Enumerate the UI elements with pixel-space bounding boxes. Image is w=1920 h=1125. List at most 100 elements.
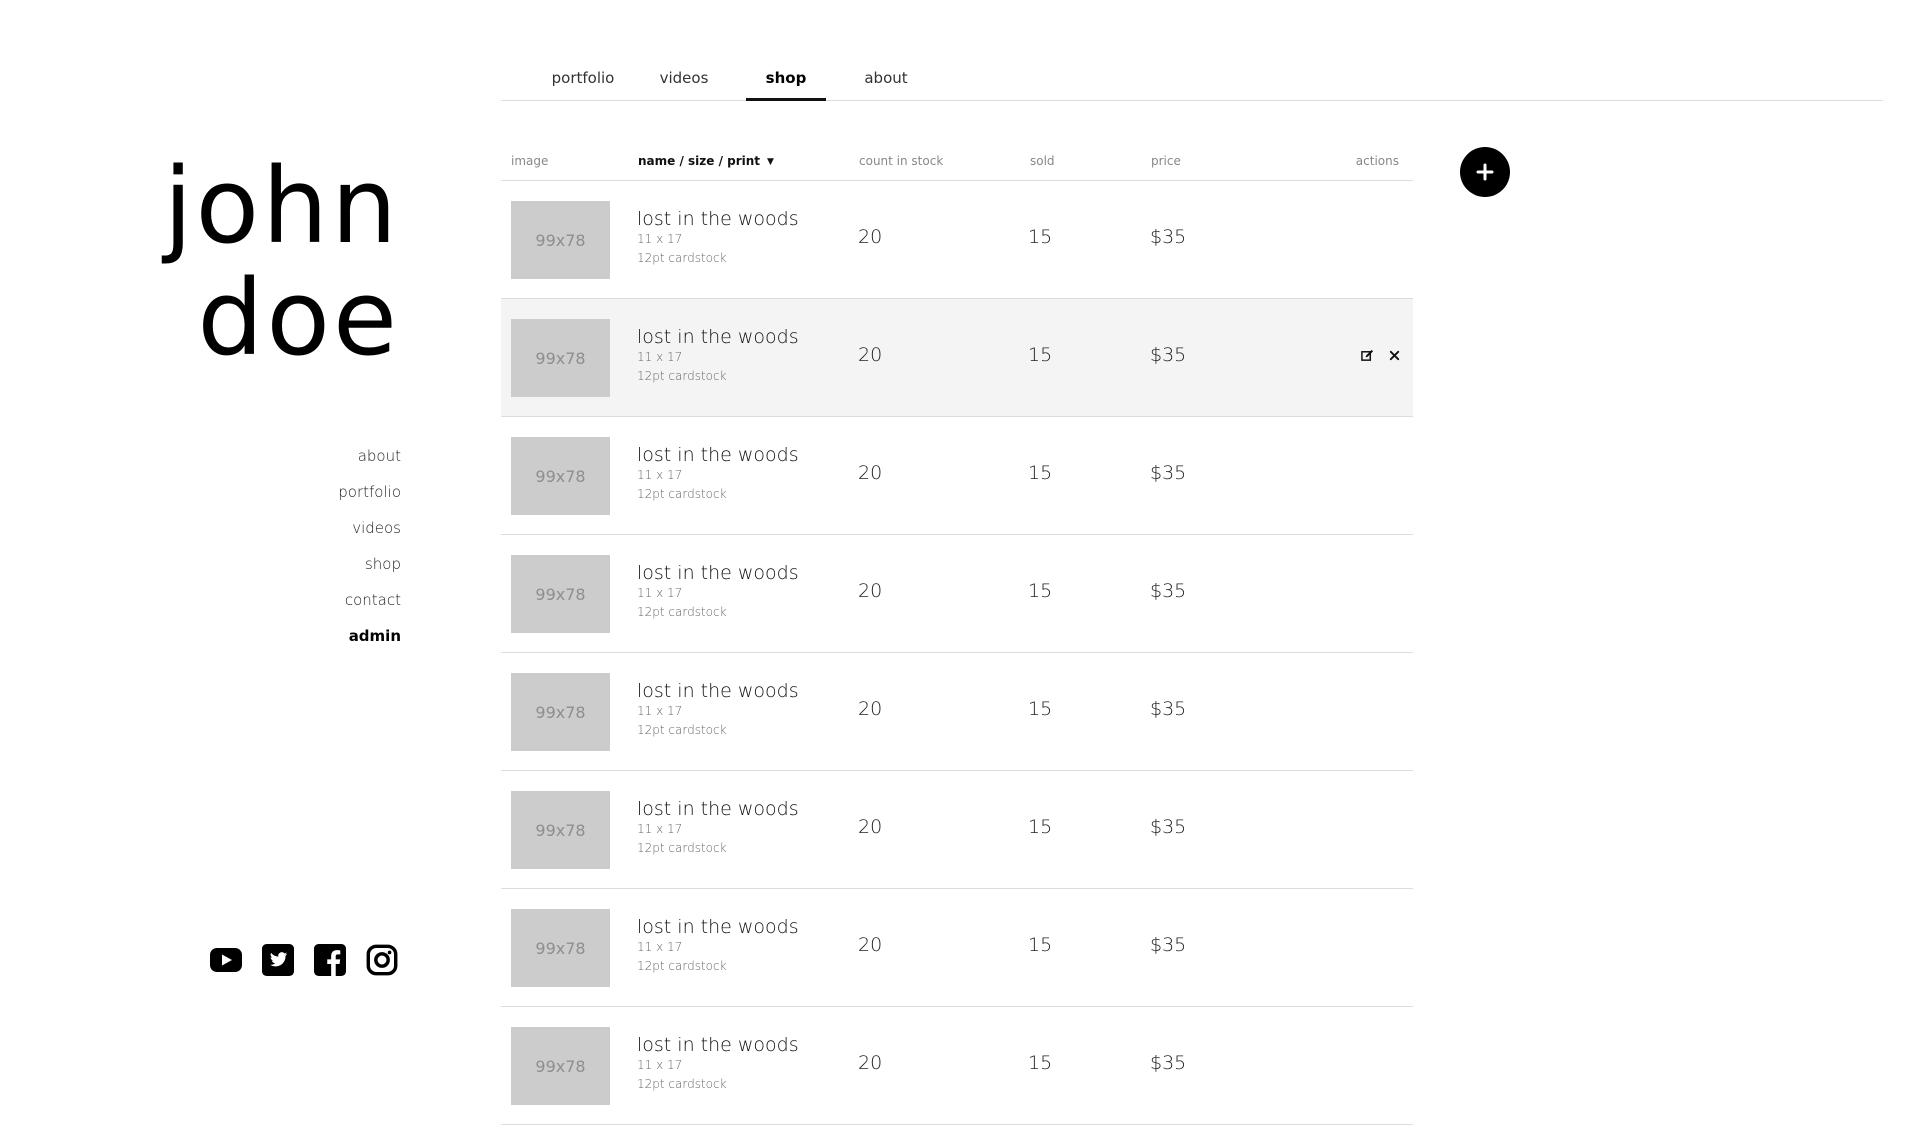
product-thumbnail[interactable]: 99x78: [511, 673, 610, 751]
product-thumbnail[interactable]: 99x78: [511, 1027, 610, 1105]
product-name: lost in the woods: [637, 680, 799, 702]
product-thumbnail[interactable]: 99x78: [511, 437, 610, 515]
table-header: image name / size / print ▼ count in stoc…: [501, 142, 1413, 181]
row-actions: [1361, 349, 1401, 362]
sold-count: 15: [1028, 816, 1053, 838]
count-in-stock: 20: [858, 226, 883, 248]
sold-count: 15: [1028, 462, 1053, 484]
caret-down-icon: ▼: [767, 157, 774, 167]
column-header-price: price: [1151, 154, 1181, 168]
price: $35: [1150, 698, 1187, 720]
product-name: lost in the woods: [637, 1034, 799, 1056]
sold-count: 15: [1028, 698, 1053, 720]
tab-portfolio[interactable]: portfolio: [545, 64, 621, 98]
table-row[interactable]: 99x78 lost in the woods 11 x 17 12pt car…: [501, 653, 1413, 771]
sidebar-item-shop[interactable]: shop: [338, 546, 401, 582]
count-in-stock: 20: [858, 934, 883, 956]
tab-about[interactable]: about: [856, 64, 916, 98]
product-info: lost in the woods 11 x 17 12pt cardstock: [637, 208, 799, 268]
product-size: 11 x 17: [637, 704, 683, 718]
product-name: lost in the woods: [637, 208, 799, 230]
product-thumbnail[interactable]: 99x78: [511, 201, 610, 279]
product-print: 12pt cardstock: [637, 605, 727, 619]
sidebar-item-admin[interactable]: admin: [338, 618, 401, 654]
sidebar-item-videos[interactable]: videos: [338, 510, 401, 546]
column-header-actions: actions: [1355, 154, 1399, 168]
product-thumbnail[interactable]: 99x78: [511, 555, 610, 633]
add-product-button[interactable]: [1460, 147, 1510, 197]
top-tabs: portfolio videos shop about: [501, 64, 1883, 101]
column-header-image: image: [511, 154, 549, 168]
product-name: lost in the woods: [637, 444, 799, 466]
product-name: lost in the woods: [637, 798, 799, 820]
table-row[interactable]: 99x78 lost in the woods 11 x 17 12pt car…: [501, 417, 1413, 535]
table-row[interactable]: 99x78 lost in the woods 11 x 17 12pt car…: [501, 181, 1413, 299]
twitter-icon[interactable]: [262, 944, 294, 976]
count-in-stock: 20: [858, 344, 883, 366]
product-size: 11 x 17: [637, 940, 683, 954]
product-print: 12pt cardstock: [637, 959, 727, 973]
sold-count: 15: [1028, 344, 1053, 366]
count-in-stock: 20: [858, 816, 883, 838]
edit-icon[interactable]: [1361, 349, 1374, 362]
product-info: lost in the woods 11 x 17 12pt cardstock: [637, 562, 799, 622]
product-info: lost in the woods 11 x 17 12pt cardstock: [637, 916, 799, 976]
price: $35: [1150, 226, 1187, 248]
site-name-first: john: [163, 145, 400, 267]
price: $35: [1150, 1052, 1187, 1074]
product-print: 12pt cardstock: [637, 487, 727, 501]
sold-count: 15: [1028, 226, 1053, 248]
table-row[interactable]: 99x78 lost in the woods 11 x 17 12pt car…: [501, 1007, 1413, 1125]
shop-table: image name / size / print ▼ count in stoc…: [501, 142, 1413, 1125]
count-in-stock: 20: [858, 580, 883, 602]
table-row[interactable]: 99x78 lost in the woods 11 x 17 12pt car…: [501, 889, 1413, 1007]
table-row[interactable]: 99x78 lost in the woods 11 x 17 12pt car…: [501, 299, 1413, 417]
table-row[interactable]: 99x78 lost in the woods 11 x 17 12pt car…: [501, 771, 1413, 889]
product-thumbnail[interactable]: 99x78: [511, 791, 610, 869]
product-info: lost in the woods 11 x 17 12pt cardstock: [637, 1034, 799, 1094]
sidebar-item-about[interactable]: about: [338, 438, 401, 474]
product-size: 11 x 17: [637, 232, 683, 246]
price: $35: [1150, 934, 1187, 956]
product-size: 11 x 17: [637, 586, 683, 600]
column-header-name-label: name / size / print: [638, 154, 761, 168]
site-logo[interactable]: john doe: [164, 150, 400, 374]
product-print: 12pt cardstock: [637, 841, 727, 855]
column-header-name[interactable]: name / size / print ▼: [638, 154, 774, 168]
tab-shop[interactable]: shop: [746, 64, 826, 101]
site-name-last: doe: [197, 257, 400, 379]
sidebar-item-portfolio[interactable]: portfolio: [338, 474, 401, 510]
price: $35: [1150, 580, 1187, 602]
column-header-sold: sold: [1030, 154, 1055, 168]
product-print: 12pt cardstock: [637, 1077, 727, 1091]
table-row[interactable]: 99x78 lost in the woods 11 x 17 12pt car…: [501, 535, 1413, 653]
product-size: 11 x 17: [637, 350, 683, 364]
price: $35: [1150, 462, 1187, 484]
sidebar-item-contact[interactable]: contact: [338, 582, 401, 618]
sold-count: 15: [1028, 934, 1053, 956]
product-name: lost in the woods: [637, 326, 799, 348]
facebook-icon[interactable]: [314, 944, 346, 976]
sold-count: 15: [1028, 580, 1053, 602]
product-thumbnail[interactable]: 99x78: [511, 909, 610, 987]
product-size: 11 x 17: [637, 1058, 683, 1072]
product-print: 12pt cardstock: [637, 369, 727, 383]
column-header-count: count in stock: [859, 154, 944, 168]
product-name: lost in the woods: [637, 916, 799, 938]
product-size: 11 x 17: [637, 822, 683, 836]
price: $35: [1150, 344, 1187, 366]
sidebar-nav: about portfolio videos shop contact admi…: [338, 438, 401, 654]
social-links: [210, 944, 398, 976]
tab-videos[interactable]: videos: [653, 64, 715, 98]
product-info: lost in the woods 11 x 17 12pt cardstock: [637, 444, 799, 504]
product-print: 12pt cardstock: [637, 723, 727, 737]
count-in-stock: 20: [858, 698, 883, 720]
youtube-icon[interactable]: [210, 944, 242, 976]
delete-icon[interactable]: [1388, 349, 1401, 362]
instagram-icon[interactable]: [366, 944, 398, 976]
product-size: 11 x 17: [637, 468, 683, 482]
plus-icon: [1476, 163, 1494, 181]
product-info: lost in the woods 11 x 17 12pt cardstock: [637, 326, 799, 386]
price: $35: [1150, 816, 1187, 838]
product-thumbnail[interactable]: 99x78: [511, 319, 610, 397]
